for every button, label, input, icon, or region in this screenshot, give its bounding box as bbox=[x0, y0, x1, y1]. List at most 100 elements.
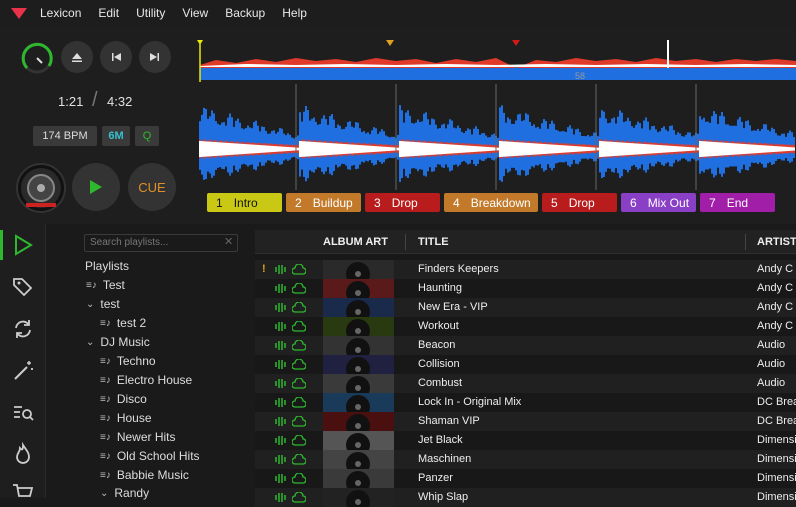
cue-button[interactable]: CUE bbox=[128, 163, 176, 211]
track-artist: Dimensi bbox=[757, 472, 796, 484]
playlist-item[interactable]: ≡♪ Test bbox=[86, 278, 125, 292]
track-artist: Andy C bbox=[757, 301, 794, 313]
waveform-overview[interactable] bbox=[196, 38, 796, 88]
cloud-icon bbox=[292, 378, 306, 389]
menu-backup[interactable]: Backup bbox=[225, 6, 265, 20]
playlist-item[interactable]: ≡♪ Babbie Music bbox=[100, 468, 189, 482]
hotcue-6[interactable]: 6 Mix Out bbox=[621, 193, 696, 212]
table-row[interactable]: Jet Black Dimensi bbox=[255, 431, 796, 450]
playlist-folder[interactable]: ⌄ test bbox=[86, 297, 120, 311]
track-artist: Dimensi bbox=[757, 491, 796, 503]
play-icon bbox=[90, 180, 102, 194]
playlist-item[interactable]: ≡♪ House bbox=[100, 411, 152, 425]
column-header-album-art[interactable]: ALBUM ART bbox=[323, 236, 388, 248]
album-art-thumbnail bbox=[323, 298, 394, 317]
table-row[interactable]: Haunting Andy C bbox=[255, 279, 796, 298]
hotcue-bar: 1 Intro 2 Buildup 3 Drop 4 Breakdown 5 Drop 6… bbox=[207, 193, 779, 212]
cue-marker-buildup-icon bbox=[386, 40, 394, 46]
hotcue-label: Intro bbox=[233, 195, 258, 210]
menu-utility[interactable]: Utility bbox=[136, 6, 165, 20]
table-row[interactable]: New Era - VIP Andy C bbox=[255, 298, 796, 317]
menu-help[interactable]: Help bbox=[282, 6, 307, 20]
cue-marker-drop-icon bbox=[512, 40, 520, 46]
playlist-item[interactable]: ≡♪ Old School Hits bbox=[100, 449, 200, 463]
cart-icon[interactable] bbox=[10, 480, 36, 506]
volume-knob-icon[interactable] bbox=[20, 41, 54, 75]
list-search-icon[interactable] bbox=[10, 400, 36, 426]
table-row[interactable]: Beacon Audio bbox=[255, 336, 796, 355]
playlist-icon: ≡♪ bbox=[100, 469, 111, 481]
menu-view[interactable]: View bbox=[182, 6, 208, 20]
table-row[interactable]: Maschinen Dimensi bbox=[255, 450, 796, 469]
playlist-item[interactable]: ≡♪ Disco bbox=[100, 392, 147, 406]
playlist-search-input[interactable]: Search playlists... bbox=[84, 234, 238, 252]
hotcue-1[interactable]: 1 Intro bbox=[207, 193, 282, 212]
hotcue-7[interactable]: 7 End bbox=[700, 193, 775, 212]
chevron-down-icon: ⌄ bbox=[100, 487, 109, 499]
column-header-title[interactable]: TITLE bbox=[418, 236, 449, 248]
playlist-item-label: Disco bbox=[116, 392, 147, 406]
playlist-item-label: test bbox=[100, 297, 120, 311]
waveform-main[interactable] bbox=[196, 84, 796, 190]
column-header-artist[interactable]: ARTIST bbox=[757, 236, 796, 248]
flame-icon[interactable] bbox=[10, 442, 36, 468]
hotcue-5[interactable]: 5 Drop bbox=[542, 193, 617, 212]
track-artist: Andy C bbox=[757, 263, 794, 275]
cloud-icon bbox=[292, 416, 306, 427]
play-button[interactable] bbox=[72, 163, 120, 211]
playlist-item-label: test 2 bbox=[116, 316, 147, 330]
hotcue-2[interactable]: 2 Buildup bbox=[286, 193, 361, 212]
player-deck: 1:21 / 4:32 174 BPM 6M Q CUE 58 1 Intro … bbox=[0, 26, 796, 224]
column-divider bbox=[405, 234, 406, 250]
hotcue-label: Drop bbox=[568, 195, 595, 210]
album-art-thumbnail bbox=[323, 279, 394, 298]
cloud-icon bbox=[292, 264, 306, 275]
cloud-icon bbox=[292, 321, 306, 332]
playlist-folder[interactable]: ⌄ DJ Music bbox=[86, 335, 150, 349]
key-display[interactable]: 6M bbox=[102, 126, 130, 146]
album-art-thumbnail bbox=[323, 393, 394, 412]
clear-search-icon[interactable]: ✕ bbox=[224, 235, 233, 248]
left-nav bbox=[0, 224, 46, 498]
table-row[interactable]: Workout Andy C bbox=[255, 317, 796, 336]
table-row[interactable]: Shaman VIP DC Brea bbox=[255, 412, 796, 431]
table-row[interactable]: Collision Audio bbox=[255, 355, 796, 374]
playlist-icon: ≡♪ bbox=[100, 393, 111, 405]
hotcue-3[interactable]: 3 Drop bbox=[365, 193, 440, 212]
table-row[interactable]: Combust Audio bbox=[255, 374, 796, 393]
quantize-toggle[interactable]: Q bbox=[135, 126, 159, 146]
playlist-item[interactable]: ≡♪ Techno bbox=[100, 354, 156, 368]
table-row[interactable]: Lock In - Original Mix DC Brea bbox=[255, 393, 796, 412]
track-title: Beacon bbox=[418, 339, 456, 351]
time-elapsed: 1:21 bbox=[58, 94, 84, 109]
table-row[interactable]: Panzer Dimensi bbox=[255, 469, 796, 488]
hotcue-label: Buildup bbox=[312, 195, 353, 210]
chevron-down-icon: ⌄ bbox=[86, 336, 95, 348]
magic-wand-icon[interactable] bbox=[10, 358, 36, 384]
playlist-item[interactable]: ≡♪ Newer Hits bbox=[100, 430, 176, 444]
playlist-item[interactable]: ≡♪ Electro House bbox=[100, 373, 192, 387]
album-art-thumbnail bbox=[323, 260, 394, 279]
table-row[interactable]: ! Finders Keepers Andy C bbox=[255, 260, 796, 279]
hotcue-4[interactable]: 4 Breakdown bbox=[444, 193, 538, 212]
next-button[interactable] bbox=[139, 41, 171, 73]
waveform-status-icon bbox=[275, 284, 286, 293]
tags-icon[interactable] bbox=[10, 274, 36, 300]
cloud-icon bbox=[292, 359, 306, 370]
skip-forward-icon bbox=[150, 53, 159, 61]
track-title: Finders Keepers bbox=[418, 263, 499, 275]
eject-button[interactable] bbox=[61, 41, 93, 73]
playlist-item[interactable]: ≡♪ test 2 bbox=[100, 316, 146, 330]
menu-lexicon[interactable]: Lexicon bbox=[40, 6, 81, 20]
track-title: Panzer bbox=[418, 472, 453, 484]
beat-marker-label: 58 bbox=[575, 71, 586, 81]
playlist-icon: ≡♪ bbox=[100, 412, 111, 424]
sync-icon[interactable] bbox=[10, 316, 36, 342]
previous-button[interactable] bbox=[100, 41, 132, 73]
play-library-icon[interactable] bbox=[10, 232, 36, 258]
bpm-display[interactable]: 174 BPM bbox=[33, 126, 97, 146]
menu-edit[interactable]: Edit bbox=[98, 6, 119, 20]
hotcue-number: 5 bbox=[551, 195, 558, 210]
chevron-down-icon: ⌄ bbox=[86, 298, 95, 310]
playlist-icon: ≡♪ bbox=[100, 355, 111, 367]
